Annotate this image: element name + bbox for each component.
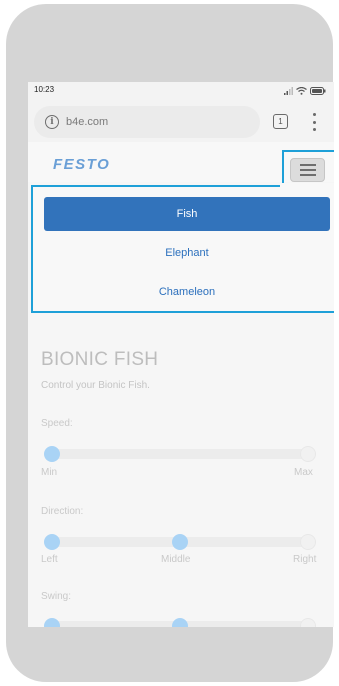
browser-toolbar: i b4e.com 1 (28, 100, 334, 142)
menu-item-elephant[interactable]: Elephant (44, 236, 330, 270)
swing-slider-start (44, 618, 60, 627)
speed-slider-handle[interactable] (44, 446, 60, 462)
signal-icon (284, 87, 293, 95)
hamburger-menu-button[interactable] (290, 158, 325, 182)
status-time: 10:23 (34, 85, 55, 94)
speed-slider-end (300, 446, 316, 462)
battery-icon (310, 87, 326, 95)
page-title: BIONIC FISH (41, 349, 159, 370)
direction-slider-start (44, 534, 60, 550)
direction-left-label: Left (41, 554, 58, 565)
menu-item-fish[interactable]: Fish (44, 197, 330, 231)
page-subtitle: Control your Bionic Fish. (41, 380, 150, 391)
wifi-icon (296, 87, 307, 95)
frame-join (280, 183, 334, 187)
direction-label: Direction: (41, 506, 84, 517)
phone-screen: 10:23 i b4e.com 1 FESTO Fish Elephant Ch… (28, 82, 334, 627)
swing-slider-handle[interactable] (172, 618, 188, 627)
direction-slider-end (300, 534, 316, 550)
menu-item-chameleon[interactable]: Chameleon (44, 275, 330, 309)
nav-dropdown: Fish Elephant Chameleon (31, 185, 334, 313)
phone-frame: 10:23 i b4e.com 1 FESTO Fish Elephant Ch… (6, 4, 334, 682)
status-bar: 10:23 (28, 82, 334, 100)
info-icon[interactable]: i (45, 115, 59, 129)
tab-switcher-button[interactable]: 1 (273, 114, 288, 129)
swing-label: Swing: (41, 591, 72, 602)
direction-slider-handle[interactable] (172, 534, 188, 550)
address-text: b4e.com (66, 116, 109, 128)
festo-logo[interactable]: FESTO (53, 156, 110, 173)
speed-label: Speed: (41, 418, 73, 429)
more-options-icon[interactable] (311, 113, 317, 131)
direction-middle-label: Middle (161, 554, 191, 565)
direction-right-label: Right (293, 554, 317, 565)
address-bar[interactable]: i b4e.com (34, 106, 260, 138)
status-icons (284, 86, 326, 96)
speed-slider-track[interactable] (46, 449, 316, 459)
swing-slider-end (300, 618, 316, 627)
speed-min-label: Min (41, 467, 58, 478)
speed-max-label: Max (294, 467, 313, 478)
